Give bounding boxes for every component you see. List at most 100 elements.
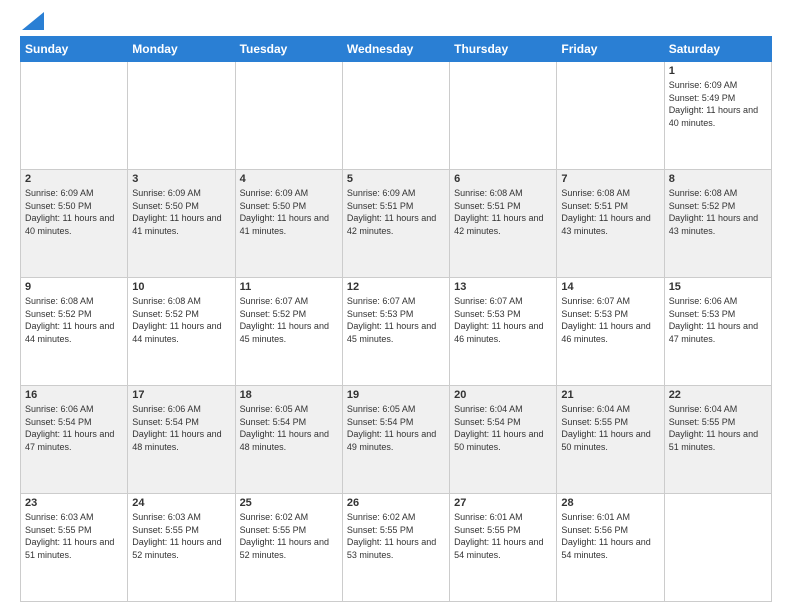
calendar-cell: 24Sunrise: 6:03 AM Sunset: 5:55 PM Dayli… <box>128 494 235 602</box>
calendar-cell: 23 Sunrise: 6:03 AM Sunset: 5:55 PM Dayli… <box>21 494 128 602</box>
calendar-cell: 22 Sunrise: 6:04 AM Sunset: 5:55 PM Dayli… <box>664 386 771 494</box>
day-number: 3 <box>132 173 230 185</box>
day-number: 9 <box>25 281 123 293</box>
calendar-cell <box>342 62 449 170</box>
calendar-cell: 13 Sunrise: 6:07 AM Sunset: 5:53 PM Dayli… <box>450 278 557 386</box>
calendar-cell: 12 Sunrise: 6:07 AM Sunset: 5:53 PM Dayli… <box>342 278 449 386</box>
calendar-cell: 11 Sunrise: 6:07 AM Sunset: 5:52 PM Dayli… <box>235 278 342 386</box>
day-number: 25 <box>240 497 338 509</box>
weekday-header-thursday: Thursday <box>450 37 557 62</box>
calendar-cell: 3 Sunrise: 6:09 AM Sunset: 5:50 PM Daylig… <box>128 170 235 278</box>
calendar-cell: 6 Sunrise: 6:08 AM Sunset: 5:51 PM Daylig… <box>450 170 557 278</box>
day-number: 17 <box>132 389 230 401</box>
weekday-header-monday: Monday <box>128 37 235 62</box>
day-info: Sunrise: 6:01 AM Sunset: 5:56 PM Dayligh… <box>561 511 659 561</box>
calendar-cell: 25 Sunrise: 6:02 AM Sunset: 5:55 PM Dayli… <box>235 494 342 602</box>
day-number: 12 <box>347 281 445 293</box>
day-number: 15 <box>669 281 767 293</box>
calendar-cell <box>128 62 235 170</box>
calendar-cell: 19 Sunrise: 6:05 AM Sunset: 5:54 PM Dayli… <box>342 386 449 494</box>
calendar-cell: 4 Sunrise: 6:09 AM Sunset: 5:50 PM Daylig… <box>235 170 342 278</box>
page: SundayMondayTuesdayWednesdayThursdayFrid… <box>0 0 792 612</box>
calendar-cell: 20 Sunrise: 6:04 AM Sunset: 5:54 PM Dayli… <box>450 386 557 494</box>
header <box>20 16 772 28</box>
day-info: Sunrise: 6:02 AM Sunset: 5:55 PM Dayligh… <box>347 511 445 561</box>
day-number: 14 <box>561 281 659 293</box>
day-info: Sunrise: 6:08 AM Sunset: 5:51 PM Dayligh… <box>561 187 659 237</box>
day-number: 18 <box>240 389 338 401</box>
day-info: Sunrise: 6:04 AM Sunset: 5:54 PM Dayligh… <box>454 403 552 453</box>
day-info: Sunrise: 6:08 AM Sunset: 5:52 PM Dayligh… <box>669 187 767 237</box>
calendar-cell: 17 Sunrise: 6:06 AM Sunset: 5:54 PM Dayli… <box>128 386 235 494</box>
calendar-cell: 28 Sunrise: 6:01 AM Sunset: 5:56 PM Dayli… <box>557 494 664 602</box>
calendar-cell <box>21 62 128 170</box>
day-number: 2 <box>25 173 123 185</box>
day-number: 7 <box>561 173 659 185</box>
day-info: Sunrise: 6:08 AM Sunset: 5:51 PM Dayligh… <box>454 187 552 237</box>
day-number: 5 <box>347 173 445 185</box>
day-number: 13 <box>454 281 552 293</box>
weekday-header-sunday: Sunday <box>21 37 128 62</box>
calendar-cell: 2 Sunrise: 6:09 AM Sunset: 5:50 PM Daylig… <box>21 170 128 278</box>
week-row-4: 16Sunrise: 6:06 AM Sunset: 5:54 PM Dayli… <box>21 386 772 494</box>
day-number: 11 <box>240 281 338 293</box>
day-info: Sunrise: 6:09 AM Sunset: 5:50 PM Dayligh… <box>25 187 123 237</box>
day-number: 8 <box>669 173 767 185</box>
day-info: Sunrise: 6:02 AM Sunset: 5:55 PM Dayligh… <box>240 511 338 561</box>
day-info: Sunrise: 6:06 AM Sunset: 5:54 PM Dayligh… <box>25 403 123 453</box>
day-info: Sunrise: 6:04 AM Sunset: 5:55 PM Dayligh… <box>669 403 767 453</box>
day-info: Sunrise: 6:07 AM Sunset: 5:52 PM Dayligh… <box>240 295 338 345</box>
day-info: Sunrise: 6:07 AM Sunset: 5:53 PM Dayligh… <box>561 295 659 345</box>
logo-icon <box>22 12 44 30</box>
calendar-cell: 7 Sunrise: 6:08 AM Sunset: 5:51 PM Daylig… <box>557 170 664 278</box>
calendar-cell <box>235 62 342 170</box>
day-number: 10 <box>132 281 230 293</box>
day-info: Sunrise: 6:03 AM Sunset: 5:55 PM Dayligh… <box>25 511 123 561</box>
day-info: Sunrise: 6:07 AM Sunset: 5:53 PM Dayligh… <box>347 295 445 345</box>
day-number: 20 <box>454 389 552 401</box>
calendar-cell <box>557 62 664 170</box>
day-info: Sunrise: 6:06 AM Sunset: 5:54 PM Dayligh… <box>132 403 230 453</box>
calendar-cell: 15Sunrise: 6:06 AM Sunset: 5:53 PM Dayli… <box>664 278 771 386</box>
day-number: 19 <box>347 389 445 401</box>
weekday-header-tuesday: Tuesday <box>235 37 342 62</box>
calendar-cell: 9 Sunrise: 6:08 AM Sunset: 5:52 PM Daylig… <box>21 278 128 386</box>
day-info: Sunrise: 6:08 AM Sunset: 5:52 PM Dayligh… <box>132 295 230 345</box>
day-number: 23 <box>25 497 123 509</box>
calendar-cell: 27 Sunrise: 6:01 AM Sunset: 5:55 PM Dayli… <box>450 494 557 602</box>
week-row-1: 1 Sunrise: 6:09 AM Sunset: 5:49 PM Daylig… <box>21 62 772 170</box>
calendar-table: SundayMondayTuesdayWednesdayThursdayFrid… <box>20 36 772 602</box>
day-number: 1 <box>669 65 767 77</box>
day-info: Sunrise: 6:09 AM Sunset: 5:49 PM Dayligh… <box>669 79 767 129</box>
day-info: Sunrise: 6:08 AM Sunset: 5:52 PM Dayligh… <box>25 295 123 345</box>
calendar-cell: 14 Sunrise: 6:07 AM Sunset: 5:53 PM Dayli… <box>557 278 664 386</box>
calendar-cell: 21Sunrise: 6:04 AM Sunset: 5:55 PM Dayli… <box>557 386 664 494</box>
day-info: Sunrise: 6:05 AM Sunset: 5:54 PM Dayligh… <box>347 403 445 453</box>
calendar-cell: 8 Sunrise: 6:08 AM Sunset: 5:52 PM Daylig… <box>664 170 771 278</box>
calendar-cell: 26 Sunrise: 6:02 AM Sunset: 5:55 PM Dayli… <box>342 494 449 602</box>
weekday-header-saturday: Saturday <box>664 37 771 62</box>
day-info: Sunrise: 6:09 AM Sunset: 5:50 PM Dayligh… <box>240 187 338 237</box>
calendar-cell: 10 Sunrise: 6:08 AM Sunset: 5:52 PM Dayli… <box>128 278 235 386</box>
calendar-cell: 18 Sunrise: 6:05 AM Sunset: 5:54 PM Dayli… <box>235 386 342 494</box>
day-number: 4 <box>240 173 338 185</box>
day-number: 6 <box>454 173 552 185</box>
day-info: Sunrise: 6:01 AM Sunset: 5:55 PM Dayligh… <box>454 511 552 561</box>
day-info: Sunrise: 6:09 AM Sunset: 5:51 PM Dayligh… <box>347 187 445 237</box>
week-row-5: 23 Sunrise: 6:03 AM Sunset: 5:55 PM Dayli… <box>21 494 772 602</box>
day-info: Sunrise: 6:03 AM Sunset: 5:55 PM Dayligh… <box>132 511 230 561</box>
day-number: 22 <box>669 389 767 401</box>
calendar-cell: 5 Sunrise: 6:09 AM Sunset: 5:51 PM Daylig… <box>342 170 449 278</box>
day-number: 27 <box>454 497 552 509</box>
logo <box>20 16 44 28</box>
week-row-2: 2 Sunrise: 6:09 AM Sunset: 5:50 PM Daylig… <box>21 170 772 278</box>
weekday-header-row: SundayMondayTuesdayWednesdayThursdayFrid… <box>21 37 772 62</box>
day-info: Sunrise: 6:05 AM Sunset: 5:54 PM Dayligh… <box>240 403 338 453</box>
weekday-header-friday: Friday <box>557 37 664 62</box>
day-number: 28 <box>561 497 659 509</box>
day-number: 26 <box>347 497 445 509</box>
calendar-cell: 1 Sunrise: 6:09 AM Sunset: 5:49 PM Daylig… <box>664 62 771 170</box>
day-info: Sunrise: 6:07 AM Sunset: 5:53 PM Dayligh… <box>454 295 552 345</box>
day-info: Sunrise: 6:09 AM Sunset: 5:50 PM Dayligh… <box>132 187 230 237</box>
day-info: Sunrise: 6:04 AM Sunset: 5:55 PM Dayligh… <box>561 403 659 453</box>
